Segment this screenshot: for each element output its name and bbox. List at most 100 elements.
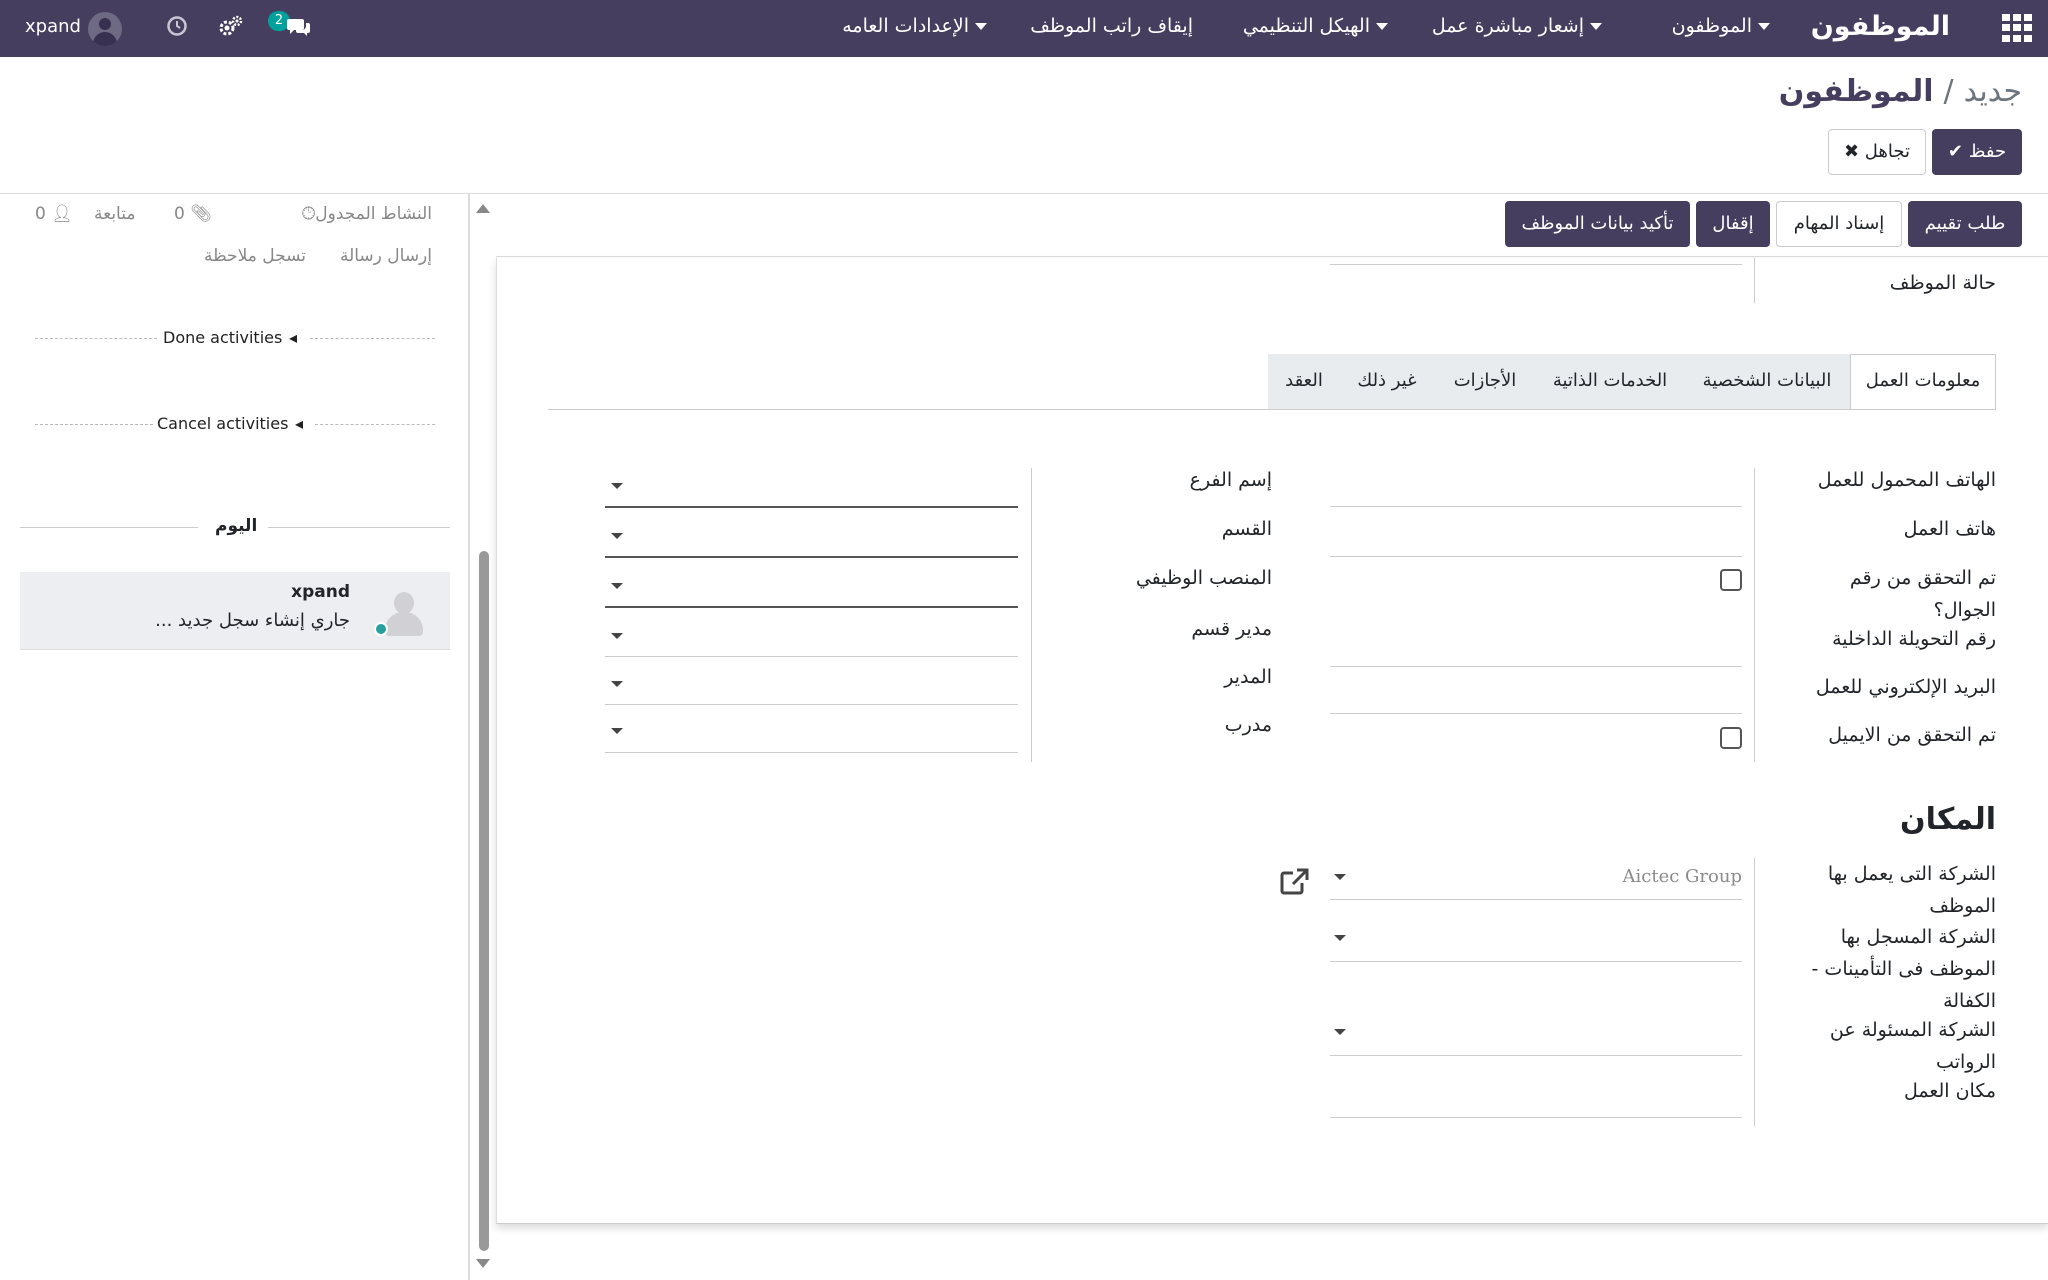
company-value[interactable]: Aictec Group	[1623, 866, 1742, 887]
work-email-label: البريد الإلكتروني للعمل	[1815, 676, 1996, 698]
dashed-line	[35, 338, 157, 339]
menu-employees[interactable]: الموظفون	[1672, 0, 1776, 57]
chevron-down-icon	[975, 23, 987, 30]
tab-personal-data[interactable]: البيانات الشخصية	[1684, 354, 1850, 410]
chevron-down-icon[interactable]	[611, 483, 623, 489]
scroll-down-icon[interactable]	[476, 1259, 490, 1268]
done-activities-label: Done activities	[163, 328, 283, 347]
assign-tasks-button[interactable]: إسناد المهام	[1776, 201, 1902, 247]
clock-icon: 🕑︎	[301, 204, 316, 224]
tab-leaves[interactable]: الأجازات	[1434, 354, 1536, 410]
save-button[interactable]: ✔ حفظ	[1932, 129, 2022, 175]
app-title[interactable]: الموظفون	[1811, 0, 1950, 57]
mobile-verified-label: تم التحقق من رقم الجوال؟	[1849, 567, 1996, 621]
location-section-title: المكان	[1900, 802, 1996, 837]
insurance-company-select[interactable]	[1330, 961, 1742, 962]
mobile-verified-checkbox[interactable]	[1720, 569, 1742, 591]
chevron-down-icon	[1376, 23, 1388, 30]
chatter-message: xpand جاري إنشاء سجل جديد ...	[20, 572, 450, 650]
request-evaluation-button[interactable]: طلب تقييم	[1908, 201, 2022, 247]
chevron-down-icon[interactable]	[611, 533, 623, 539]
attachments-button[interactable]: 0 📎︎	[174, 204, 212, 224]
user-avatar[interactable]	[88, 12, 122, 46]
email-verified-label: تم التحقق من الايميل	[1828, 724, 1996, 746]
department-select[interactable]	[605, 556, 1018, 558]
online-status-dot	[374, 622, 388, 636]
confirm-employee-data-button[interactable]: تأكيد بيانات الموظف	[1505, 201, 1690, 247]
work-phone-label: هاتف العمل	[1903, 518, 1996, 540]
employee-status-field[interactable]	[1330, 264, 1742, 265]
chevron-down-icon[interactable]	[1334, 935, 1346, 941]
send-message-button[interactable]: إرسال رسالة	[340, 246, 432, 266]
breadcrumb-parent[interactable]: الموظفون	[1779, 74, 1934, 109]
branch-name-select[interactable]	[605, 506, 1018, 508]
manager-select[interactable]	[605, 704, 1018, 705]
messages-icon[interactable]	[286, 16, 312, 38]
menu-general-settings[interactable]: الإعدادات العامه	[842, 0, 993, 57]
tabs-underline	[548, 409, 1996, 410]
tab-work-info[interactable]: معلومات العمل	[1850, 354, 1996, 410]
menu-org-structure-label: الهيكل التنظيمي	[1242, 15, 1370, 37]
insurance-company-label: الشركة المسجل بها الموظف فى التأمينات - …	[1811, 926, 1996, 1012]
paperclip-icon: 📎︎	[190, 204, 212, 224]
email-verified-checkbox[interactable]	[1720, 727, 1742, 749]
user-name[interactable]: xpand	[25, 0, 81, 57]
followers-button[interactable]: 0 👤︎	[35, 204, 73, 224]
top-navbar: الموظفون الموظفون إشعار مباشرة عمل الهيك…	[0, 0, 2048, 57]
work-phone-input[interactable]	[1330, 556, 1742, 557]
coach-select[interactable]	[605, 752, 1018, 753]
manager-label: المدير	[1224, 666, 1272, 688]
scrollbar-thumb[interactable]	[479, 551, 489, 1251]
caret-left-icon: ◂	[295, 414, 304, 433]
chevron-down-icon[interactable]	[1334, 874, 1346, 880]
done-activities-toggle[interactable]: Done activities ◂	[35, 328, 435, 348]
followers-count: 0	[35, 204, 46, 224]
breadcrumb-separator: /	[1943, 74, 1954, 109]
scroll-up-icon[interactable]	[476, 204, 490, 213]
job-position-label: المنصب الوظيفي	[1135, 567, 1272, 589]
settings-gears-icon[interactable]	[218, 15, 244, 39]
department-manager-select[interactable]	[605, 656, 1018, 657]
chevron-down-icon[interactable]	[611, 728, 623, 734]
menu-stop-salary[interactable]: إيقاف راتب الموظف	[1030, 0, 1193, 57]
message-author: xpand	[291, 582, 350, 602]
department-label: القسم	[1221, 518, 1272, 540]
internal-extension-input[interactable]	[1330, 666, 1742, 667]
message-body: جاري إنشاء سجل جديد ...	[155, 610, 350, 631]
chevron-down-icon[interactable]	[1334, 1029, 1346, 1035]
field-separator	[1754, 258, 1755, 303]
close-record-button[interactable]: إقفال	[1696, 201, 1770, 247]
scheduled-activity-label: النشاط المجدول	[315, 204, 432, 224]
cancel-activities-toggle[interactable]: Cancel activities ◂	[35, 414, 435, 434]
work-email-input[interactable]	[1330, 713, 1742, 714]
external-link-icon[interactable]	[1279, 868, 1311, 896]
payroll-company-select[interactable]	[1330, 1055, 1742, 1056]
chevron-down-icon[interactable]	[611, 681, 623, 687]
scheduled-activity-button[interactable]: 🕑︎النشاط المجدول	[302, 204, 432, 224]
dashed-line	[35, 424, 153, 425]
payroll-company-label: الشركة المسئولة عن الرواتب	[1829, 1019, 1996, 1073]
coach-label: مدرب	[1224, 714, 1272, 736]
chevron-down-icon[interactable]	[611, 583, 623, 589]
apps-grid-icon[interactable]	[2002, 14, 2032, 42]
discard-button[interactable]: ✖ تجاهل	[1828, 129, 1926, 175]
menu-work-start-notice[interactable]: إشعار مباشرة عمل	[1432, 0, 1608, 57]
company-select[interactable]	[1330, 899, 1742, 900]
menu-org-structure[interactable]: الهيكل التنظيمي	[1243, 0, 1394, 57]
breadcrumb: جديد / الموظفون	[1779, 74, 2022, 109]
job-position-select[interactable]	[605, 606, 1018, 608]
cancel-activities-label: Cancel activities	[157, 414, 289, 433]
chatter-scrollbar[interactable]	[474, 196, 492, 1276]
tab-other[interactable]: غير ذلك	[1340, 354, 1434, 410]
work-location-input[interactable]	[1330, 1117, 1742, 1118]
follow-button[interactable]: متابعة	[94, 204, 135, 224]
save-label: حفظ	[1968, 141, 2007, 162]
field-separator	[1754, 468, 1755, 762]
breadcrumb-current: جديد	[1963, 74, 2022, 109]
log-note-button[interactable]: تسجل ملاحظة	[204, 246, 306, 266]
tab-self-services[interactable]: الخدمات الذاتية	[1536, 354, 1684, 410]
chevron-down-icon[interactable]	[611, 633, 623, 639]
clock-icon[interactable]	[166, 15, 188, 37]
tab-contract[interactable]: العقد	[1268, 354, 1340, 410]
work-mobile-input[interactable]	[1330, 506, 1742, 507]
